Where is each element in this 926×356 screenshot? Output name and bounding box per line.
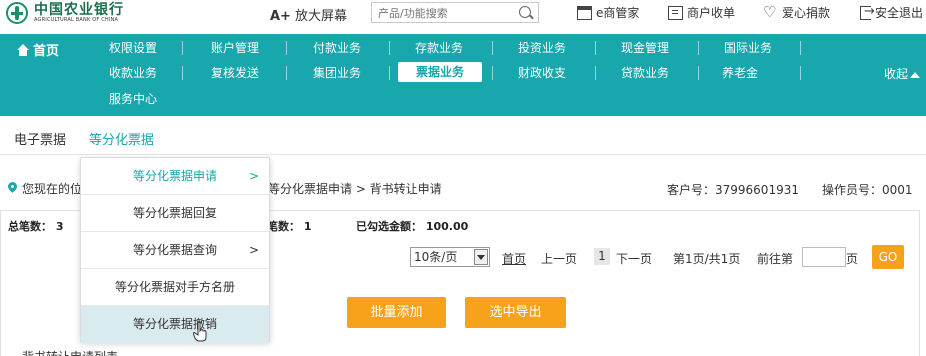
donation-label: 爱心捐款 [782,6,831,20]
nav-item-deposit[interactable]: 存款业务 [402,38,476,58]
search-icon[interactable] [519,6,531,18]
list-title: 背书转让申请列表 [22,348,118,356]
tab-electronic-bill[interactable]: 电子票据 [14,129,66,148]
nav-divider [595,66,596,80]
menu-item-counterparty-list[interactable]: 等分化票据对手方名册 [81,269,269,306]
nav-item-group[interactable]: 集团业务 [300,63,374,83]
exit-icon [860,4,875,20]
nav-item-fiscal[interactable]: 财政收支 [505,63,579,83]
nav-divider [389,41,390,55]
nav-item-investment[interactable]: 投资业务 [505,38,579,58]
chevron-down-icon[interactable] [474,249,488,265]
chevron-right-icon: > [248,169,259,183]
first-page-link[interactable]: 首页 [502,250,526,267]
search-box[interactable] [371,2,539,23]
nav-home-label: 首页 [33,44,60,59]
prev-page-link[interactable]: 上一页 [541,250,577,267]
customer-number: 客户号：37996601931 [667,183,799,197]
nav-divider [800,41,801,55]
main-nav: 首页 权限设置 账户管理 付款业务 存款业务 投资业务 现金管理 国际业务 收款… [0,34,926,116]
nav-item-cash[interactable]: 现金管理 [608,38,682,58]
nav-item-bills[interactable]: 票据业务 [398,62,482,82]
zoom-screen-link[interactable]: A+ 放大屏幕 [270,5,347,24]
tabs-divider [0,154,926,155]
bank-logo-icon [6,2,28,24]
current-page[interactable]: 1 [594,248,610,265]
nav-collapse-label: 收起 [883,67,908,81]
zoom-prefix: A+ [270,9,291,24]
nav-divider [286,41,287,55]
shop-icon [577,5,592,20]
logo-english-name: AGRICULTURAL BANK OF CHINA [34,17,119,23]
nav-item-service[interactable]: 服务中心 [98,89,168,109]
zoom-label: 放大屏幕 [294,9,347,24]
menu-item-label: 等分化票据对手方名册 [114,280,235,294]
nav-divider [182,66,183,80]
menu-item-apply[interactable]: 等分化票据申请 > [81,158,269,195]
next-page-link[interactable]: 下一页 [616,250,652,267]
checked-amount: 已勾选金额： 100.00 [356,220,469,233]
hand-cursor-icon [193,322,207,342]
nav-item-collection[interactable]: 收款业务 [98,63,168,83]
nav-divider [389,66,390,80]
menu-item-revoke[interactable]: 等分化票据撤销 [81,306,269,343]
operator-number: 操作员号：0001 [822,183,913,197]
merchant-acquiring-label: 商户收单 [687,6,736,20]
nav-home[interactable]: 首页 [16,40,59,59]
export-selected-button[interactable]: 选中导出 [465,297,566,328]
logout-label: 安全退出 [875,6,924,20]
store-icon [668,5,683,20]
nav-item-pension[interactable]: 养老金 [708,63,772,83]
nav-divider [698,41,699,55]
nav-item-international[interactable]: 国际业务 [711,38,785,58]
nav-divider [286,66,287,80]
sub-tabs: 电子票据 等分化票据 [0,124,926,154]
tab-divisible-bill[interactable]: 等分化票据 [89,129,154,148]
nav-item-payment[interactable]: 付款业务 [300,38,374,58]
heart-icon [763,3,778,21]
menu-item-label: 等分化票据回复 [132,206,217,220]
nav-item-account[interactable]: 账户管理 [198,38,272,58]
e-merchant-label: e商管家 [596,6,640,20]
goto-label: 前往第 [757,252,794,266]
page-size-value: 10条/页 [414,250,458,264]
nav-divider [492,66,493,80]
nav-divider [800,66,801,80]
menu-item-query[interactable]: 等分化票据查询 > [81,232,269,269]
nav-item-loan[interactable]: 贷款业务 [608,63,682,83]
goto-page-input[interactable] [802,247,846,267]
page-size-select[interactable]: 10条/页 [410,247,490,267]
total-count: 总笔数： 3 [8,220,64,233]
e-merchant-link[interactable]: e商管家 [577,4,639,21]
page-suffix: 页 [846,252,859,266]
nav-item-review-send[interactable]: 复核发送 [198,63,272,83]
batch-add-button[interactable]: 批量添加 [347,297,446,328]
nav-divider [182,41,183,55]
go-button[interactable]: GO [872,245,904,269]
nav-divider [698,66,699,80]
home-icon [16,43,30,56]
nav-divider [492,41,493,55]
bank-logo[interactable]: 中国农业银行 AGRICULTURAL BANK OF CHINA [6,1,124,25]
breadcrumb: 等分化票据申请 > 背书转让申请 [268,182,442,196]
nav-divider [595,41,596,55]
menu-item-label: 等分化票据查询 [132,243,217,257]
search-input[interactable] [378,5,508,21]
chevron-right-icon: > [248,243,259,257]
menu-item-label: 等分化票据申请 [132,169,217,183]
nav-collapse-toggle[interactable]: 收起 [884,65,920,82]
merchant-acquiring-link[interactable]: 商户收单 [668,4,735,21]
location-pin-icon [6,180,19,193]
menu-item-reply[interactable]: 等分化票据回复 [81,195,269,232]
logout-link[interactable]: 安全退出 [860,4,923,21]
page-info: 第1页/共1页 [673,252,741,266]
nav-item-permission[interactable]: 权限设置 [98,38,168,58]
divisible-bill-menu: 等分化票据申请 > 等分化票据回复 等分化票据查询 > 等分化票据对手方名册 等… [80,157,270,343]
donation-link[interactable]: 爱心捐款 [763,3,831,21]
logo-chinese-name: 中国农业银行 [34,2,124,18]
collapse-up-icon [910,71,920,78]
top-header: 中国农业银行 AGRICULTURAL BANK OF CHINA A+ 放大屏幕… [0,0,926,26]
